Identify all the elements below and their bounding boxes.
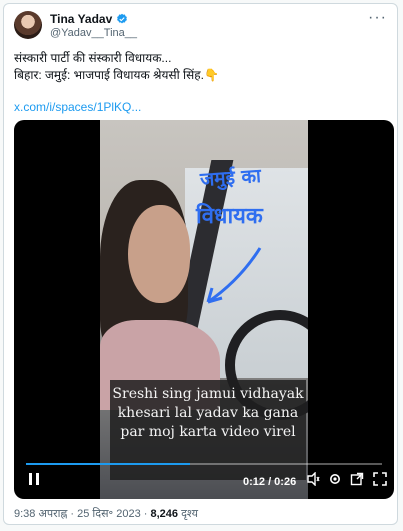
overlay-arrow-icon bbox=[206, 247, 262, 304]
tweet-text-line-2: बिहार: जमुई: भाजपाई विधायक श्रेयसी सिंह.… bbox=[14, 68, 219, 82]
author-name[interactable]: Tina Yadav bbox=[50, 12, 112, 26]
video-controls: 0:12 / 0:26 bbox=[14, 470, 394, 494]
video-caption: Sreshi sing jamui vidhayak khesari lal y… bbox=[110, 380, 306, 480]
pause-icon[interactable] bbox=[28, 472, 40, 492]
time-display: 0:12 / 0:26 bbox=[243, 476, 297, 488]
tweet-card: Tina Yadav @Yadav__Tina__ ··· संस्कारी प… bbox=[3, 3, 398, 525]
timestamp[interactable]: 9:38 अपराह्न · 25 दिस॰ 2023 · bbox=[14, 508, 151, 520]
tweet-link[interactable]: x.com/i/spaces/1PlKQ... bbox=[14, 100, 141, 114]
gear-icon[interactable] bbox=[328, 472, 342, 492]
tweet-meta: 9:38 अपराह्न · 25 दिस॰ 2023 · 8,246 दृश्… bbox=[14, 506, 198, 521]
overlay-text-1: जमुई का bbox=[199, 164, 262, 192]
author-handle[interactable]: @Yadav__Tina__ bbox=[50, 27, 137, 39]
tweet-text-line-1: संस्कारी पार्टी की संस्कारी विधायक... bbox=[14, 51, 172, 65]
tweet-text: संस्कारी पार्टी की संस्कारी विधायक... बि… bbox=[14, 50, 219, 84]
captions-icon[interactable] bbox=[306, 471, 320, 492]
progress-fill bbox=[26, 463, 190, 465]
more-icon[interactable]: ··· bbox=[368, 10, 387, 26]
progress-bar[interactable] bbox=[26, 463, 382, 465]
verified-badge-icon bbox=[117, 13, 128, 24]
video-player[interactable]: जमुई का विधायक Sreshi sing jamui vidhaya… bbox=[14, 120, 394, 499]
author-row: Tina Yadav bbox=[50, 12, 128, 26]
avatar[interactable] bbox=[14, 11, 42, 39]
popout-icon[interactable] bbox=[350, 472, 364, 492]
overlay-text-2: विधायक bbox=[196, 204, 263, 229]
fullscreen-icon[interactable] bbox=[373, 472, 387, 492]
views-count: 8,246 bbox=[150, 508, 179, 520]
person-face bbox=[128, 205, 190, 303]
views-label: दृश्य bbox=[178, 508, 198, 520]
